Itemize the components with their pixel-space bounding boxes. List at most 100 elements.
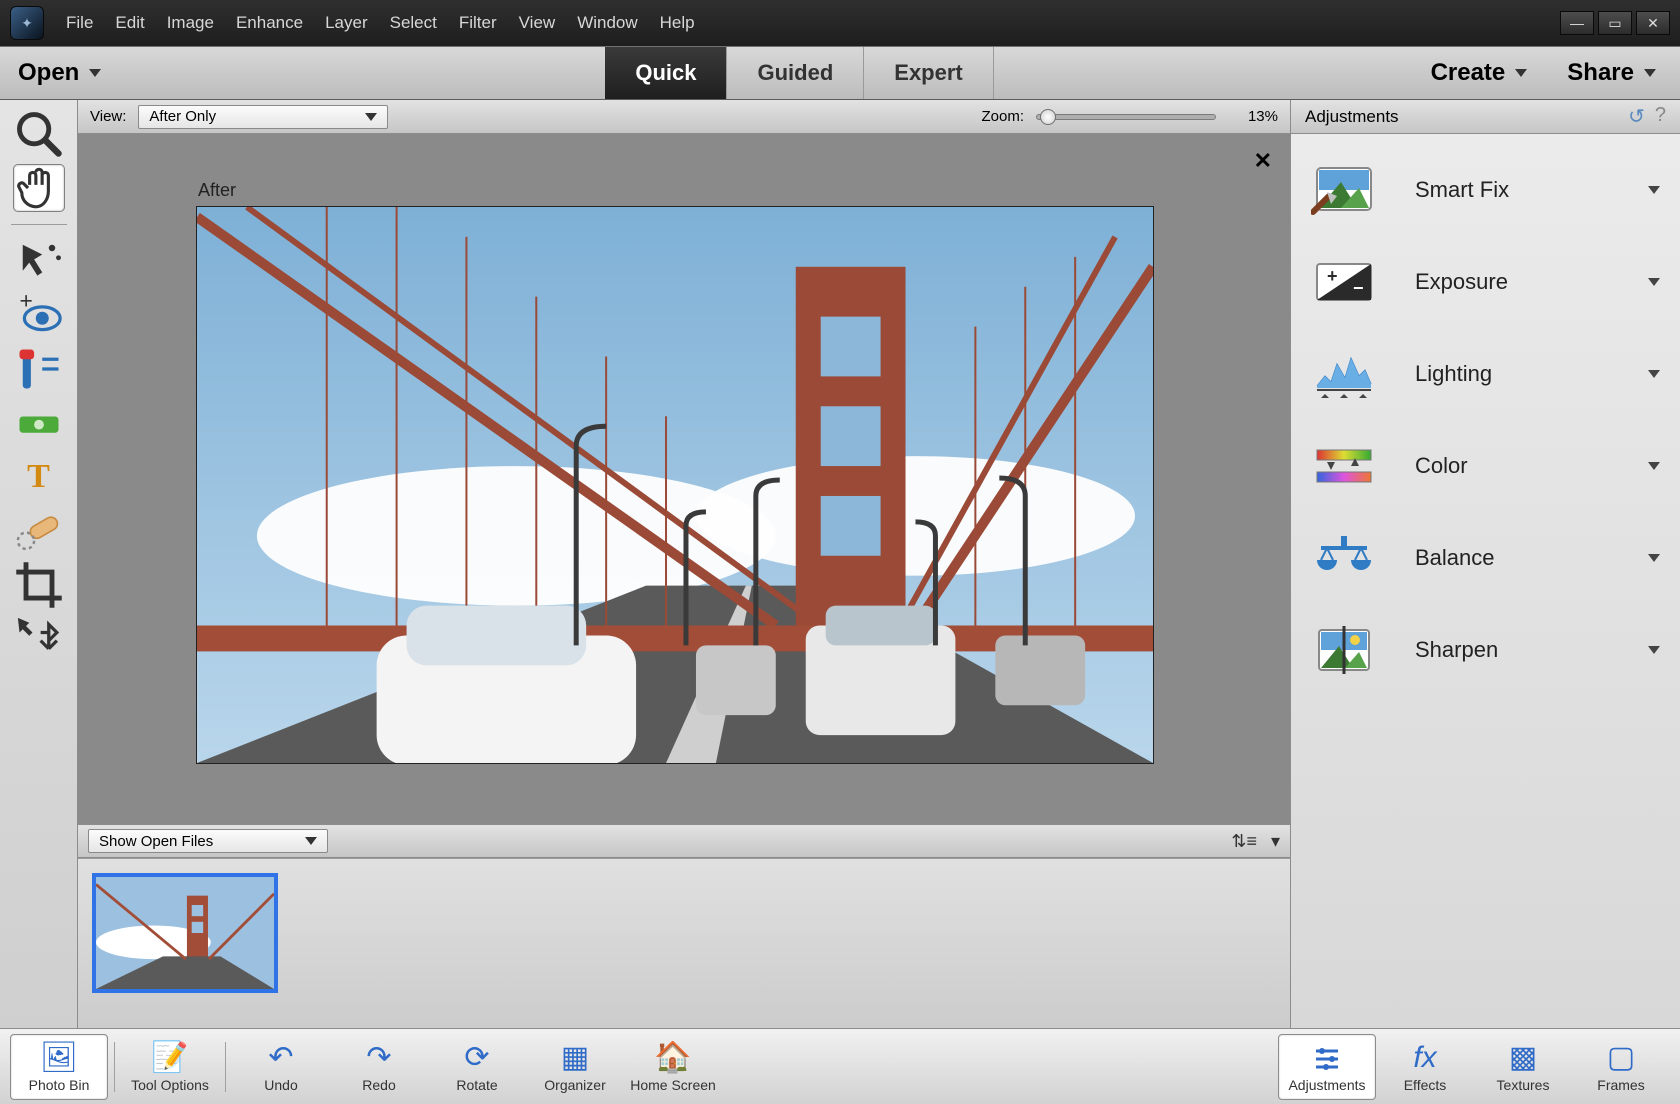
after-label: After — [198, 180, 236, 201]
balance-icon — [1311, 530, 1377, 586]
tool-crop[interactable] — [13, 561, 65, 609]
adjustment-color[interactable]: Color — [1291, 420, 1680, 512]
exposure-icon: +− — [1311, 254, 1377, 310]
create-button[interactable]: Create — [1431, 59, 1528, 87]
open-button[interactable]: Open — [0, 47, 125, 99]
bin-menu-icon[interactable]: ▾ — [1271, 831, 1280, 852]
window-close-button[interactable]: ✕ — [1636, 11, 1670, 35]
adjustment-lighting[interactable]: Lighting — [1291, 328, 1680, 420]
task-redo[interactable]: ↷ Redo — [330, 1034, 428, 1100]
task-effects[interactable]: fxEffects — [1376, 1034, 1474, 1100]
tool-redeye[interactable]: + — [13, 291, 65, 339]
chevron-down-icon — [1644, 69, 1656, 77]
undo-icon: ↶ — [268, 1041, 293, 1075]
menu-layer[interactable]: Layer — [325, 13, 368, 33]
chevron-down-icon — [1648, 554, 1660, 562]
adjustment-exposure[interactable]: +− Exposure — [1291, 236, 1680, 328]
task-label: Rotate — [456, 1077, 497, 1093]
photo-bin-dropdown[interactable]: Show Open Files — [88, 829, 328, 853]
tool-hand[interactable] — [13, 164, 65, 212]
adjustment-label: Color — [1415, 453, 1610, 479]
frames-icon: ▢ — [1607, 1041, 1635, 1075]
task-undo[interactable]: ↶Undo — [232, 1034, 330, 1100]
home-icon: 🏠 — [654, 1041, 691, 1075]
adjustments-list: Smart Fix +− Exposure Lighting Color — [1291, 134, 1680, 1028]
textures-icon: ▩ — [1509, 1041, 1537, 1075]
task-frames[interactable]: ▢ Frames — [1572, 1034, 1670, 1100]
adjustment-sharpen[interactable]: Sharpen — [1291, 604, 1680, 696]
svg-text:+: + — [1327, 266, 1338, 286]
task-label: Tool Options — [131, 1077, 209, 1093]
task-adjustments[interactable]: Adjustments — [1278, 1034, 1376, 1100]
adjustment-balance[interactable]: Balance — [1291, 512, 1680, 604]
view-label: View: — [90, 108, 126, 125]
task-organizer[interactable]: ▦Organizer — [526, 1034, 624, 1100]
zoom-slider-thumb[interactable] — [1040, 109, 1056, 125]
tool-type[interactable]: T — [13, 453, 65, 501]
task-label: Frames — [1597, 1077, 1644, 1093]
menu-filter[interactable]: Filter — [459, 13, 497, 33]
taskbar: 🖼Photo Bin 📝Tool Options ↶Undo ↷ Redo ⟳Ro… — [0, 1028, 1680, 1104]
lighting-icon — [1311, 346, 1377, 402]
tool-spot-heal[interactable] — [13, 507, 65, 555]
color-icon — [1311, 438, 1377, 494]
menu-window[interactable]: Window — [577, 13, 637, 33]
chevron-down-icon — [1648, 186, 1660, 194]
task-label: Redo — [362, 1077, 395, 1093]
center-column: View: After Only Zoom: 13% After ✕ — [78, 100, 1290, 1028]
menu-select[interactable]: Select — [390, 13, 437, 33]
mode-quick[interactable]: Quick — [605, 47, 727, 99]
window-maximize-button[interactable]: ▭ — [1598, 11, 1632, 35]
menu-enhance[interactable]: Enhance — [236, 13, 303, 33]
redo-icon: ↷ — [366, 1041, 391, 1075]
adjustments-icon — [1312, 1041, 1342, 1075]
title-bar: ✦ File Edit Image Enhance Layer Select F… — [0, 0, 1680, 46]
bin-sort-icon[interactable]: ⇅≡ — [1231, 831, 1257, 852]
zoom-value: 13% — [1228, 108, 1278, 125]
task-label: Effects — [1404, 1077, 1447, 1093]
chevron-down-icon — [1648, 462, 1660, 470]
tool-move[interactable] — [13, 615, 65, 663]
menu-file[interactable]: File — [66, 13, 93, 33]
photo-bin — [78, 858, 1290, 1028]
menu-edit[interactable]: Edit — [115, 13, 144, 33]
reset-icon[interactable]: ↺ — [1628, 104, 1645, 129]
menu-help[interactable]: Help — [660, 13, 695, 33]
photo-bin-icon: 🖼 — [40, 1041, 78, 1075]
adjustment-label: Smart Fix — [1415, 177, 1610, 203]
tool-quick-selection[interactable] — [13, 237, 65, 285]
view-dropdown[interactable]: After Only — [138, 105, 388, 129]
menu-image[interactable]: Image — [167, 13, 214, 33]
sharpen-icon — [1311, 622, 1377, 678]
task-tool-options[interactable]: 📝Tool Options — [121, 1034, 219, 1100]
task-rotate[interactable]: ⟳Rotate — [428, 1034, 526, 1100]
adjustment-smart-fix[interactable]: Smart Fix — [1291, 144, 1680, 236]
thumbnail-1[interactable] — [92, 873, 278, 993]
help-icon[interactable]: ? — [1655, 104, 1666, 129]
share-button[interactable]: Share — [1567, 59, 1656, 87]
menu-view[interactable]: View — [519, 13, 556, 33]
tool-straighten[interactable] — [13, 399, 65, 447]
svg-text:+: + — [19, 289, 32, 314]
view-dropdown-value: After Only — [149, 108, 216, 125]
photo-bin-dropdown-value: Show Open Files — [99, 833, 213, 850]
close-document-button[interactable]: ✕ — [1254, 148, 1272, 174]
mode-guided[interactable]: Guided — [727, 47, 864, 99]
tool-zoom[interactable] — [13, 110, 65, 158]
task-label: Organizer — [544, 1077, 605, 1093]
zoom-label: Zoom: — [981, 108, 1024, 125]
zoom-slider[interactable] — [1036, 114, 1216, 120]
task-textures[interactable]: ▩ Textures — [1474, 1034, 1572, 1100]
window-minimize-button[interactable]: — — [1560, 11, 1594, 35]
task-label: Adjustments — [1288, 1077, 1365, 1093]
svg-text:−: − — [1353, 278, 1364, 298]
task-photo-bin[interactable]: 🖼Photo Bin — [10, 1034, 108, 1100]
mode-expert[interactable]: Expert — [864, 47, 993, 99]
chevron-down-icon — [1648, 370, 1660, 378]
chevron-down-icon — [305, 837, 317, 845]
task-home-screen[interactable]: 🏠Home Screen — [624, 1034, 722, 1100]
task-label: Textures — [1497, 1077, 1550, 1093]
tool-whiten-teeth[interactable] — [13, 345, 65, 393]
canvas-area: After ✕ — [78, 134, 1290, 824]
canvas-image[interactable] — [196, 206, 1154, 764]
